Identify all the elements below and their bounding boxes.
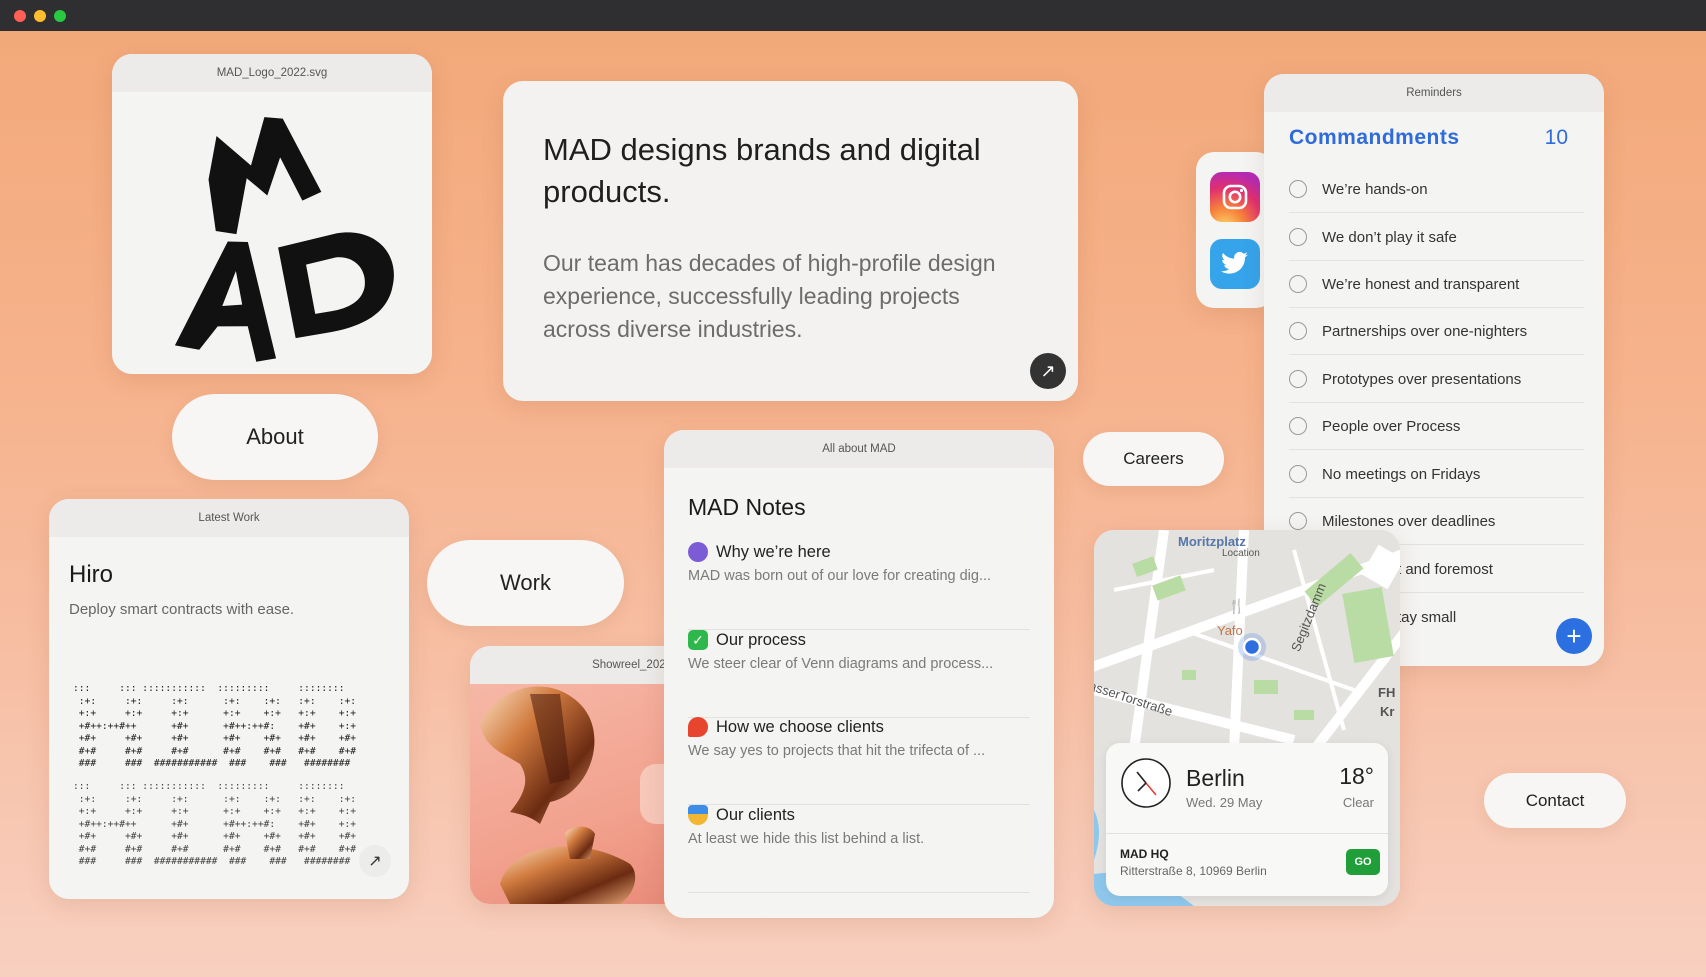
note-item[interactable]: How we choose clients We say yes to proj… [688, 717, 1030, 805]
showreel-card[interactable]: Showreel_2022 [470, 646, 690, 904]
note-title: Our process [716, 630, 806, 649]
showreel-header: Showreel_2022 [470, 646, 690, 684]
about-button[interactable]: About [172, 394, 378, 480]
notes-title: MAD Notes [688, 494, 806, 520]
mad-logo [112, 92, 432, 374]
ascii-art: ::: ::: ::::::::::: ::::::::: :::::::: :… [73, 781, 357, 867]
map-label-location: Location [1222, 548, 1260, 559]
showreel-thumbnail[interactable] [470, 684, 690, 904]
go-button[interactable]: GO [1346, 849, 1380, 875]
checkbox-circle-icon[interactable] [1289, 512, 1307, 530]
medal-icon [688, 805, 708, 825]
note-item[interactable]: Why we’re here MAD was born out of our l… [688, 542, 1030, 630]
add-reminder-button[interactable]: + [1556, 618, 1592, 654]
checkbox-circle-icon[interactable] [1289, 180, 1307, 198]
weather-temp: 18° [1339, 763, 1374, 789]
hq-name: MAD HQ [1120, 847, 1169, 861]
note-description: We steer clear of Venn diagrams and proc… [688, 656, 994, 672]
clock-icon [1121, 758, 1171, 808]
mad-logo-icon [174, 117, 394, 362]
work-button[interactable]: Work [427, 540, 624, 626]
logo-card[interactable]: MAD_Logo_2022.svg [112, 54, 432, 374]
reminder-label: No meetings on Fridays [1322, 465, 1481, 483]
reminder-item[interactable]: We’re honest and transparent [1289, 261, 1584, 308]
close-window-button[interactable] [14, 10, 26, 22]
intro-body: Our team has decades of high-profile des… [543, 250, 996, 342]
hq-address: Ritterstraße 8, 10969 Berlin [1120, 864, 1267, 878]
reminder-label: Prototypes over presentations [1322, 370, 1522, 388]
checkbox-circle-icon[interactable] [1289, 370, 1307, 388]
note-title: Why we’re here [716, 542, 831, 561]
note-description: MAD was born out of our love for creatin… [688, 568, 992, 584]
reminder-label: Partnerships over one-nighters [1322, 322, 1528, 340]
weather-date: Wed. 29 May [1186, 795, 1263, 810]
speech-bubble-icon [688, 717, 708, 737]
reminder-item[interactable]: We’re hands-on [1289, 166, 1584, 213]
map-label-moritzplatz: Moritzplatz [1178, 534, 1246, 549]
maximize-window-button[interactable] [54, 10, 66, 22]
reminder-item[interactable]: Partnerships over one-nighters [1289, 308, 1584, 355]
work-arrow-button[interactable]: ↗ [359, 845, 391, 877]
map-label-kr: Kr [1380, 704, 1395, 719]
reminders-header: Reminders [1264, 74, 1604, 112]
reminder-item[interactable]: People over Process [1289, 403, 1584, 450]
crystal-ball-icon [688, 542, 708, 562]
note-title: How we choose clients [716, 717, 884, 736]
check-mark-icon: ✓ [688, 630, 708, 650]
twitter-icon[interactable] [1210, 239, 1260, 289]
note-description: At least we hide this list behind a list… [688, 831, 925, 847]
instagram-icon[interactable] [1210, 172, 1260, 222]
contact-button[interactable]: Contact [1484, 773, 1626, 828]
notes-header: All about MAD [664, 430, 1054, 468]
reminder-label: Milestones over deadlines [1322, 512, 1496, 530]
careers-button[interactable]: Careers [1083, 432, 1224, 486]
reminders-count: 10 [1544, 126, 1568, 149]
checkbox-circle-icon[interactable] [1289, 465, 1307, 483]
reminder-item[interactable]: Prototypes over presentations [1289, 356, 1584, 403]
map-label-yafo: Yafo [1217, 623, 1243, 638]
restaurant-icon: 🍴 [1228, 598, 1246, 614]
intro-arrow-button[interactable]: ↗ [1030, 353, 1066, 389]
weather-widget: Berlin Wed. 29 May 18° Clear MAD HQ Ritt… [1106, 743, 1388, 896]
checkbox-circle-icon[interactable] [1289, 228, 1307, 246]
note-item[interactable]: ✓ Our process We steer clear of Venn diag… [688, 630, 1030, 718]
reminder-label: We’re honest and transparent [1322, 275, 1520, 293]
checkbox-circle-icon[interactable] [1289, 275, 1307, 293]
latest-work-header: Latest Work [49, 499, 409, 537]
note-description: We say yes to projects that hit the trif… [688, 743, 986, 759]
reminder-label: We don’t play it safe [1322, 228, 1457, 246]
social-links [1196, 152, 1274, 308]
window-titlebar [0, 0, 1706, 31]
work-title: Hiro [69, 561, 114, 588]
work-subtitle: Deploy smart contracts with ease. [69, 601, 295, 618]
reminder-label: People over Process [1322, 417, 1461, 435]
minimize-window-button[interactable] [34, 10, 46, 22]
reminder-label: tay small [1397, 609, 1457, 626]
divider [1106, 833, 1388, 834]
ascii-art: ::: ::: ::::::::::: ::::::::: :::::::: :… [73, 683, 357, 769]
latest-work-card[interactable]: Latest Work Hiro Deploy smart contracts … [49, 499, 409, 899]
reminder-label: We’re hands-on [1322, 180, 1428, 198]
note-item[interactable]: Our clients At least we hide this list b… [688, 805, 1030, 893]
checkbox-circle-icon[interactable] [1289, 322, 1307, 340]
checkbox-circle-icon[interactable] [1289, 417, 1307, 435]
notes-card: All about MAD MAD Notes Why we’re here M… [664, 430, 1054, 918]
reminder-item[interactable]: We don’t play it safe [1289, 214, 1584, 261]
note-title: Our clients [716, 805, 795, 824]
reminders-title: Commandments [1289, 126, 1460, 149]
map-card: Moritzplatz Location 🍴 Yafo asserTorstra… [1094, 530, 1400, 906]
showreel-3d-icon [480, 686, 690, 904]
logo-card-filename: MAD_Logo_2022.svg [112, 54, 432, 92]
intro-card: MAD designs brands and digital products.… [503, 81, 1078, 401]
map-label-fh: FH [1378, 685, 1396, 700]
weather-city: Berlin [1186, 765, 1245, 791]
weather-condition: Clear [1342, 795, 1374, 810]
reminder-item[interactable]: No meetings on Fridays [1289, 451, 1584, 498]
intro-heading: MAD designs brands and digital products. [543, 132, 981, 209]
reminder-label: t and foremost [1397, 560, 1493, 578]
